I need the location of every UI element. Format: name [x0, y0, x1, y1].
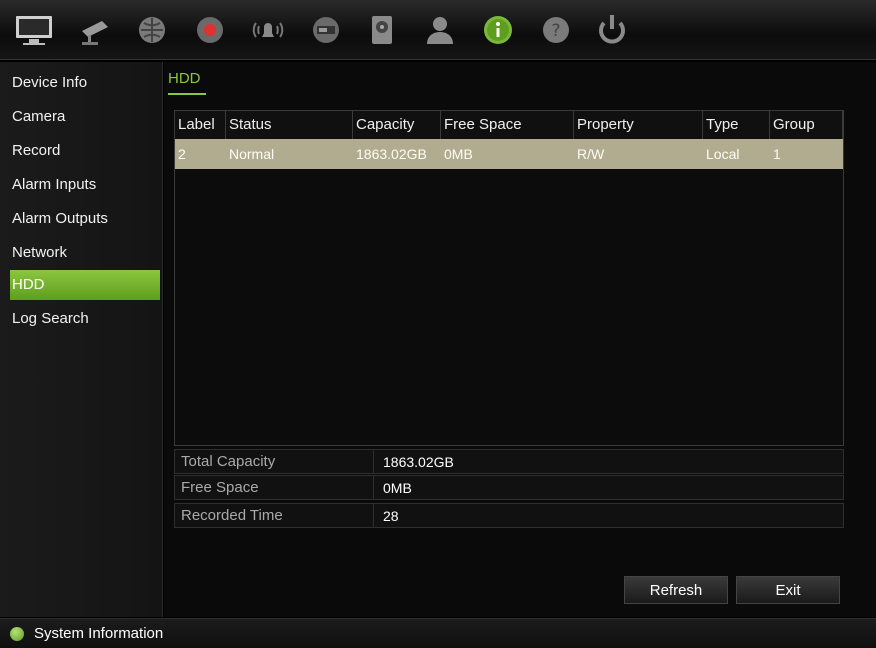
info-icon[interactable] [476, 10, 520, 50]
column-header-type: Type [703, 111, 770, 139]
sidebar-item-network[interactable]: Network [10, 238, 160, 268]
camera-icon[interactable] [72, 10, 116, 50]
total-capacity-label: Total Capacity [181, 453, 276, 470]
sidebar-item-camera[interactable]: Camera [10, 102, 160, 132]
divider [373, 450, 374, 474]
total-capacity-value: 1863.02GB [383, 454, 454, 470]
recorded-time-label: Recorded Time [181, 507, 283, 524]
free-space-value: 0MB [383, 480, 412, 496]
total-capacity-row: Total Capacity 1863.02GB [174, 449, 844, 474]
record-icon[interactable] [188, 10, 232, 50]
sidebar-item-device-info[interactable]: Device Info [10, 68, 160, 98]
sidebar: Device Info Camera Record Alarm Inputs A… [0, 62, 163, 617]
column-header-label: Label [175, 111, 226, 139]
cell-group: 1 [773, 146, 781, 162]
status-bar: System Information [0, 618, 876, 648]
cell-capacity: 1863.02GB [356, 146, 427, 162]
column-header-property: Property [574, 111, 703, 139]
main-panel: HDD Label Status Capacity Free Space Pro… [164, 62, 876, 617]
free-space-label: Free Space [181, 479, 259, 496]
tab-hdd[interactable]: HDD [168, 70, 201, 87]
divider [373, 504, 374, 528]
column-header-free-space: Free Space [441, 111, 574, 139]
column-header-status: Status [226, 111, 353, 139]
free-space-row: Free Space 0MB [174, 475, 844, 500]
recorded-time-row: Recorded Time 28 [174, 503, 844, 528]
cell-free-space: 0MB [444, 146, 473, 162]
sidebar-item-log-search[interactable]: Log Search [10, 304, 160, 334]
column-header-capacity: Capacity [353, 111, 441, 139]
divider [373, 476, 374, 500]
device-icon[interactable] [304, 10, 348, 50]
status-text: System Information [34, 625, 164, 642]
help-icon[interactable]: ? [534, 10, 578, 50]
power-icon[interactable] [590, 10, 634, 50]
recorded-time-value: 28 [383, 508, 399, 524]
alarm-icon[interactable] [246, 10, 290, 50]
sidebar-item-record[interactable]: Record [10, 136, 160, 166]
cell-status: Normal [229, 146, 275, 162]
sidebar-item-alarm-inputs[interactable]: Alarm Inputs [10, 170, 160, 200]
cell-label: 2 [178, 146, 186, 162]
table-header: Label Status Capacity Free Space Propert… [175, 111, 843, 139]
column-header-group: Group [770, 111, 843, 139]
sidebar-item-alarm-outputs[interactable]: Alarm Outputs [10, 204, 160, 234]
cell-property: R/W [577, 146, 605, 162]
tab-underline [168, 93, 206, 95]
help-icon [10, 627, 24, 641]
exit-button[interactable]: Exit [736, 576, 840, 604]
network-icon[interactable] [130, 10, 174, 50]
cell-type: Local [706, 146, 740, 162]
top-toolbar: ? [0, 0, 876, 60]
hdd-icon[interactable] [360, 10, 404, 50]
user-icon[interactable] [418, 10, 462, 50]
svg-text:?: ? [551, 21, 560, 41]
hdd-table: Label Status Capacity Free Space Propert… [174, 110, 844, 446]
refresh-button[interactable]: Refresh [624, 576, 728, 604]
table-row[interactable]: 2 Normal 1863.02GB 0MB R/W Local 1 [175, 139, 843, 169]
monitor-icon[interactable] [12, 10, 56, 50]
sidebar-item-hdd[interactable]: HDD [10, 270, 160, 300]
